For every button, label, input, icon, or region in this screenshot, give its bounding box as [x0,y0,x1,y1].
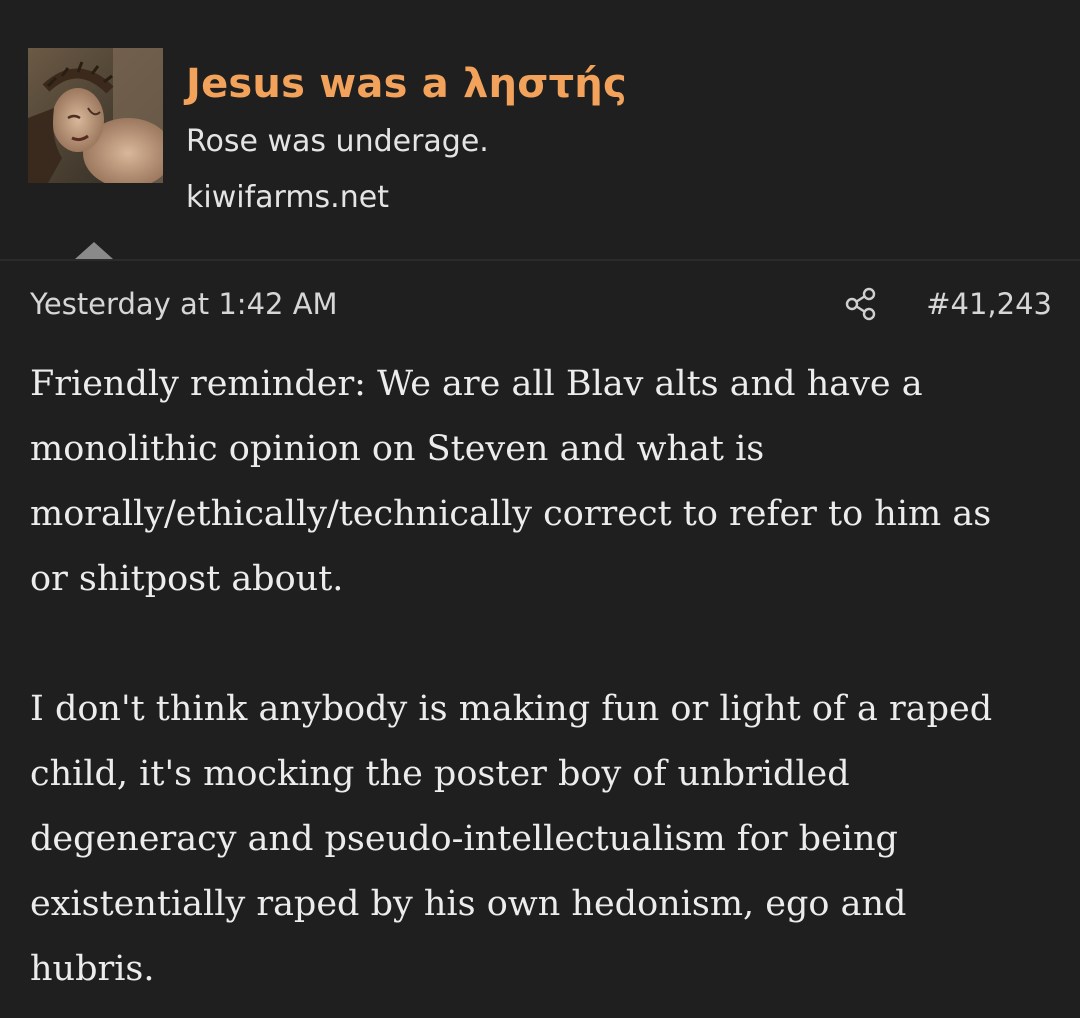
post-timestamp[interactable]: Yesterday at 1:42 AM [30,282,338,326]
collapse-up-arrow-icon[interactable] [75,242,113,259]
user-avatar[interactable] [28,48,163,183]
post-meta: Yesterday at 1:42 AM #41,243 [30,282,1052,326]
share-icon[interactable] [843,286,879,322]
user-site: kiwifarms.net [186,180,389,215]
forum-post: Jesus was a ληστής Rose was underage. ki… [0,0,1080,1018]
user-title: Rose was underage. [186,124,489,159]
divider [0,259,1080,261]
user-info: Jesus was a ληστής Rose was underage. ki… [186,56,627,218]
post-paragraph: I don't think anybody is making fun or l… [30,689,993,989]
username-link[interactable]: Jesus was a ληστής [186,56,627,112]
post-paragraph: Friendly reminder: We are all Blav alts … [30,364,992,599]
crucified-figure-avatar [28,48,163,183]
post-body: Friendly reminder: We are all Blav alts … [30,352,1040,1002]
post-number-link[interactable]: #41,243 [926,282,1052,326]
